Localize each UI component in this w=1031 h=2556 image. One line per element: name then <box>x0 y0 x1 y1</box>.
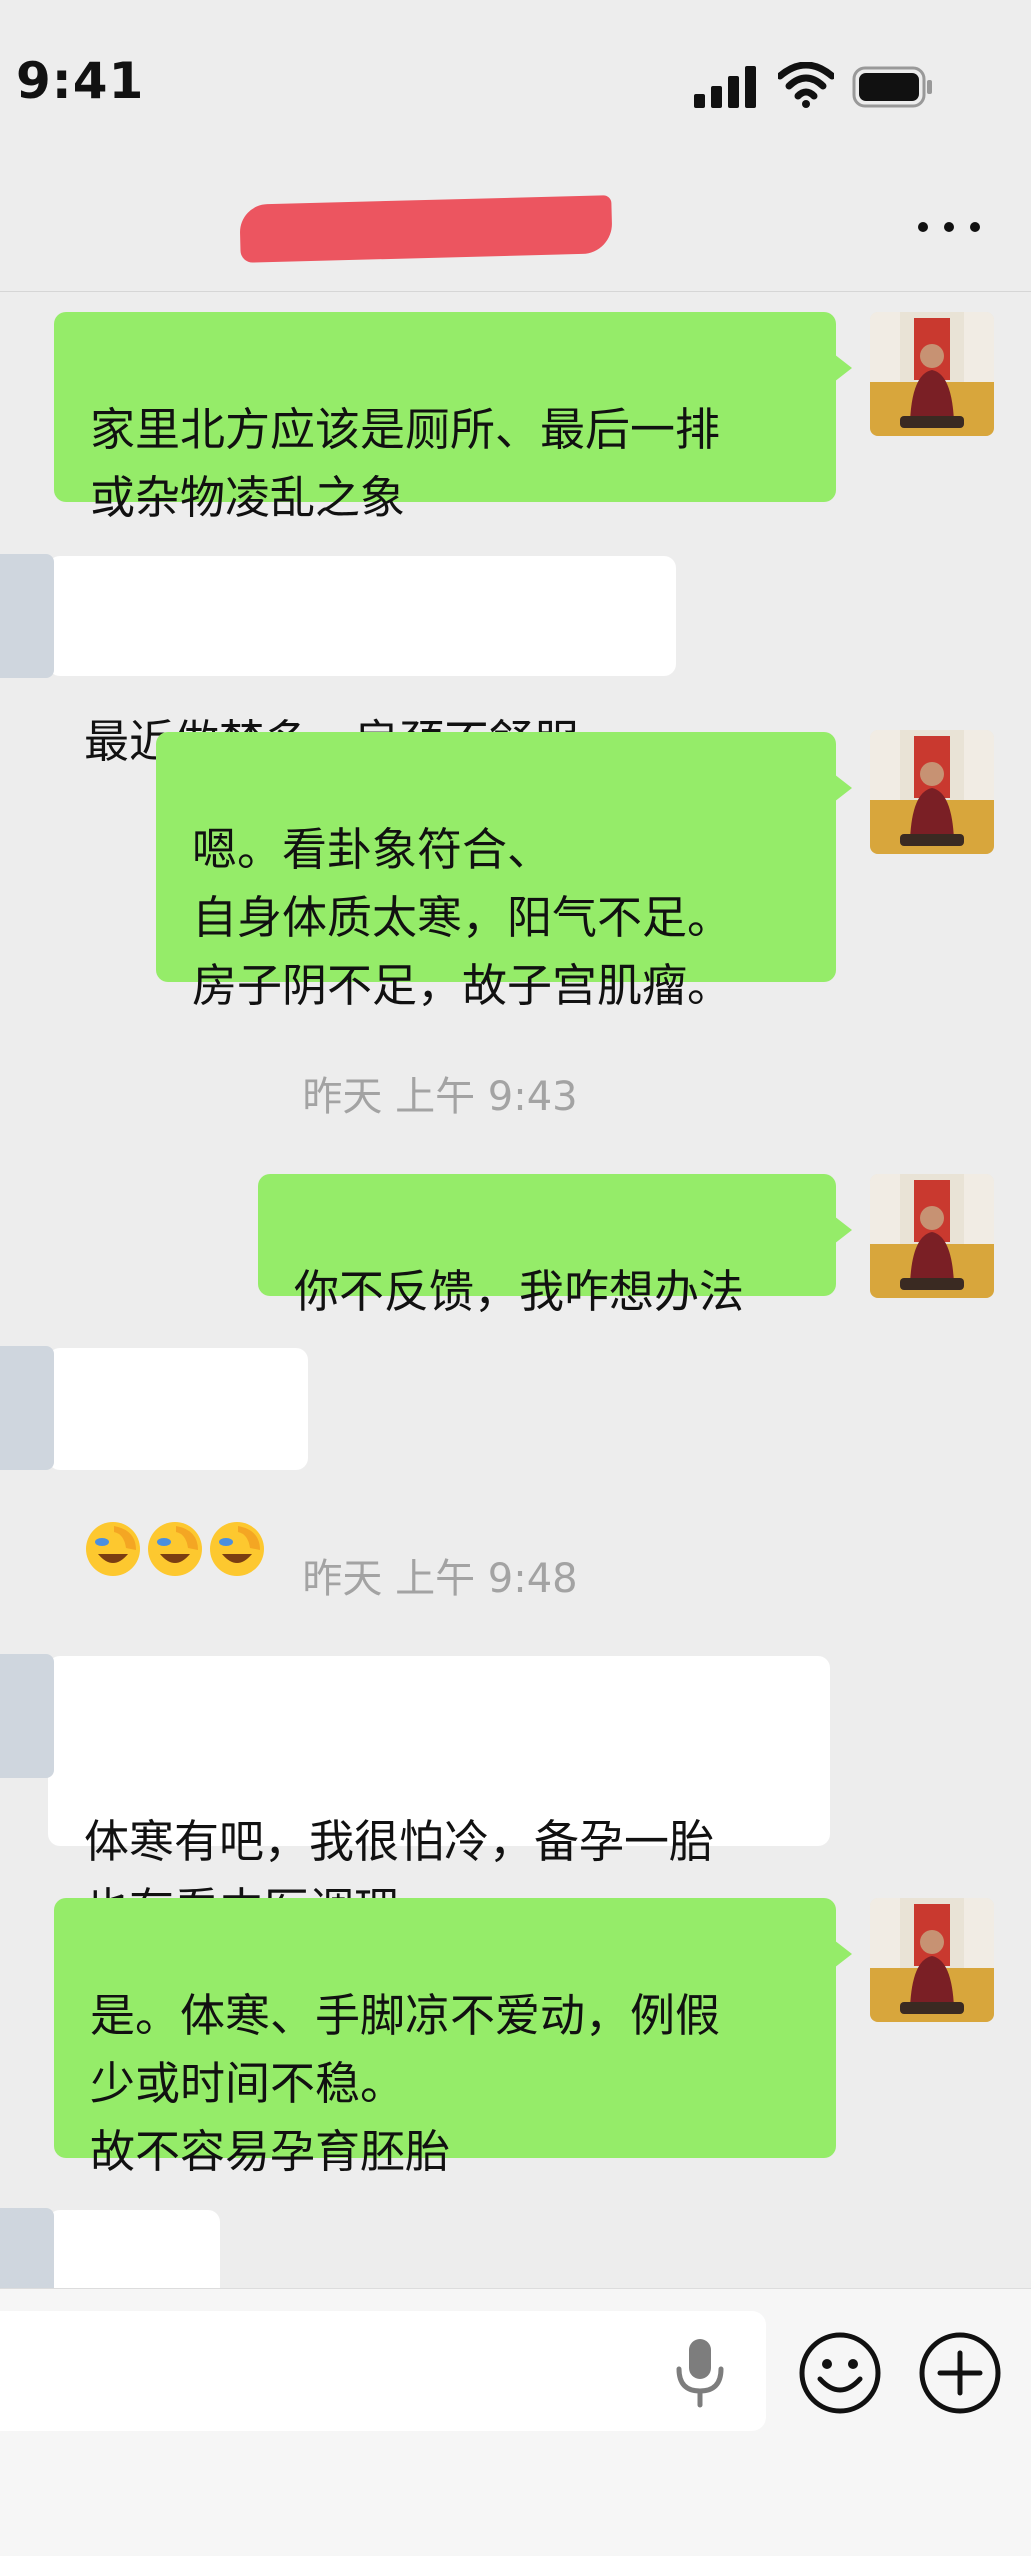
my-avatar[interactable] <box>870 730 994 854</box>
timestamp: 昨天 上午 9:43 <box>302 1074 578 1120</box>
avatar-image <box>870 1174 994 1298</box>
outgoing-message[interactable]: 嗯。看卦象符合、 自身体质太寒，阳气不足。 房子阴不足，故子宫肌瘤。 <box>156 732 852 1012</box>
avatar-image <box>870 1898 994 2022</box>
status-bar: 9:41 <box>0 0 1031 160</box>
message-text: 嗯。看卦象符合、 自身体质太寒，阳气不足。 房子阴不足，故子宫肌瘤。 <box>192 823 733 1012</box>
avatar-image <box>870 730 994 854</box>
incoming-message[interactable]: 体寒有吧，我很怕冷，备孕一胎 也有看中医调理 <box>0 1654 830 1936</box>
wifi-icon <box>778 62 834 108</box>
more-dots-icon <box>918 222 928 232</box>
message-text: 是。体寒、手脚凉不爱动，例假 少或时间不稳。 故不容易孕育胚胎 <box>90 1989 721 2178</box>
status-time: 9:41 <box>16 52 145 110</box>
more-options-button[interactable] <box>912 202 988 250</box>
message-list[interactable]: 家里北方应该是厕所、最后一排 或杂物凌乱之象 最近做梦多，肩颈不舒服 嗯。看卦象… <box>0 292 1031 2288</box>
my-avatar[interactable] <box>870 1898 994 2022</box>
my-avatar[interactable] <box>870 1174 994 1298</box>
redaction-mark <box>239 195 613 263</box>
timestamp: 昨天 上午 9:48 <box>302 1556 578 1602</box>
message-text: 你不反馈，我咋想办法 <box>294 1265 745 1318</box>
my-avatar[interactable] <box>870 312 994 436</box>
outgoing-message[interactable]: 家里北方应该是厕所、最后一排 或杂物凌乱之象 <box>54 312 852 524</box>
outgoing-message[interactable]: 你不反馈，我咋想办法 <box>258 1174 852 1318</box>
contact-avatar[interactable] <box>0 2208 54 2288</box>
battery-icon <box>852 66 932 108</box>
input-bar <box>0 2288 1031 2556</box>
signal-icon <box>694 66 756 108</box>
plus-icon[interactable] <box>918 2331 1002 2415</box>
contact-avatar[interactable] <box>0 1346 54 1470</box>
contact-avatar[interactable] <box>0 1654 54 1778</box>
incoming-message[interactable]: 最近做梦多，肩颈不舒服 <box>0 554 676 768</box>
avatar-image <box>870 312 994 436</box>
message-input[interactable] <box>0 2311 766 2431</box>
message-text: 家里北方应该是厕所、最后一排 或杂物凌乱之象 <box>90 403 721 524</box>
outgoing-message[interactable]: 是。体寒、手脚凉不爱动，例假 少或时间不稳。 故不容易孕育胚胎 <box>54 1898 852 2178</box>
contact-avatar[interactable] <box>0 554 54 678</box>
incoming-emoji-message[interactable] <box>0 1346 308 1576</box>
emoji-icon[interactable] <box>798 2331 882 2415</box>
microphone-icon[interactable] <box>670 2335 730 2409</box>
incoming-message[interactable]: 是的 <box>0 2208 220 2288</box>
